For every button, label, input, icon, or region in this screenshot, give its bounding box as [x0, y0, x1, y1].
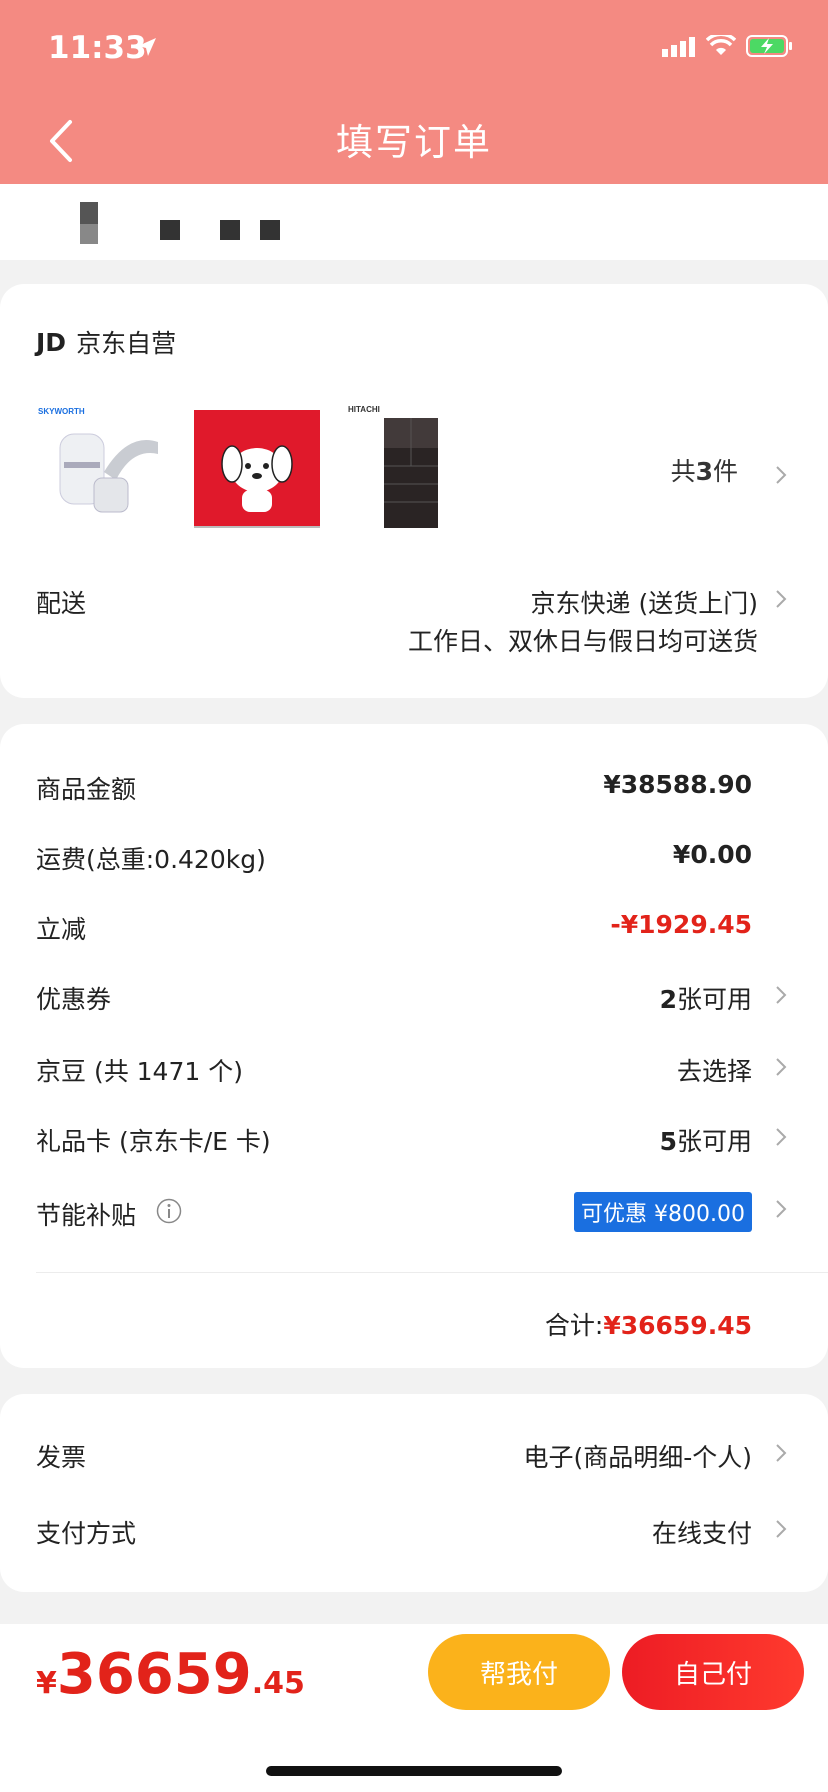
jingdou-label: 京豆 (共 1471 个)	[36, 1057, 243, 1086]
chevron-right-icon[interactable]	[774, 984, 788, 1006]
total-label: 合计:	[544, 1311, 604, 1340]
checkout-bar: ¥36659.45 帮我付 自己付	[0, 1624, 828, 1792]
count-prefix: 共	[670, 457, 696, 486]
redacted-block	[160, 220, 180, 240]
subsidy-badge-row: 可优惠 ¥800.00	[0, 1192, 828, 1232]
status-icons	[662, 32, 794, 62]
discount-label: 立减	[36, 915, 87, 944]
gift-card-text: 张可用	[676, 1127, 752, 1156]
shipping-label: 运费(总重:0.420kg)	[36, 845, 266, 874]
pay-myself-button[interactable]: 自己付	[622, 1634, 804, 1710]
status-bar: 11:33	[0, 30, 828, 70]
chevron-right-icon[interactable]	[774, 464, 788, 486]
payment-method-label: 支付方式	[36, 1519, 137, 1548]
redacted-block	[80, 202, 98, 224]
divider	[36, 1272, 828, 1273]
home-indicator[interactable]	[266, 1766, 562, 1776]
gift-card-value[interactable]: 5张可用	[660, 1122, 752, 1158]
total-row: 合计:¥36659.45	[545, 1306, 752, 1342]
wifi-icon	[705, 32, 737, 61]
shop-card: JD 京东自营 SKYWORTH HITACHI 共3件 配送 京东快递 (送货…	[0, 284, 828, 698]
chevron-right-icon[interactable]	[774, 1198, 788, 1220]
invoice-value[interactable]: 电子(商品明细-个人)	[523, 1438, 752, 1474]
count-suffix: 件	[712, 457, 738, 486]
status-time: 11:33	[48, 30, 147, 66]
chevron-right-icon[interactable]	[774, 1126, 788, 1148]
location-arrow-icon	[136, 36, 158, 58]
app-header: 11:33 填写订单	[0, 0, 828, 200]
gift-card-label: 礼品卡 (京东卡/E 卡)	[36, 1127, 271, 1156]
chevron-right-icon[interactable]	[774, 1442, 788, 1464]
count-number: 3	[695, 457, 713, 486]
product-thumbnail[interactable]: SKYWORTH	[36, 402, 162, 528]
page-title: 填写订单	[336, 121, 492, 164]
total-price: ¥36659.45	[36, 1642, 305, 1707]
price-integer: 36659	[56, 1642, 252, 1707]
chevron-right-icon[interactable]	[774, 1056, 788, 1078]
goods-amount-value: ¥38588.90	[603, 770, 752, 799]
chevron-right-icon[interactable]	[774, 588, 788, 610]
total-value: ¥36659.45	[603, 1311, 752, 1340]
help-me-pay-button[interactable]: 帮我付	[428, 1634, 610, 1710]
coupon-text: 张可用	[676, 985, 752, 1014]
redacted-block	[260, 220, 280, 240]
redacted-block	[220, 220, 240, 240]
product-thumbnail[interactable]	[194, 402, 320, 528]
chevron-right-icon[interactable]	[774, 1518, 788, 1540]
price-currency: ¥	[36, 1666, 57, 1701]
svg-text:SKYWORTH: SKYWORTH	[38, 407, 85, 416]
product-thumbnail[interactable]: HITACHI	[348, 402, 474, 528]
delivery-label: 配送	[36, 589, 87, 618]
price-decimal: .45	[251, 1666, 305, 1701]
coupon-count: 2	[659, 985, 677, 1014]
battery-charging-icon	[746, 34, 794, 62]
shop-header: JD 京东自营	[36, 324, 176, 360]
summary-card: 商品金额 ¥38588.90 运费(总重:0.420kg) ¥0.00 立减 -…	[0, 724, 828, 1368]
payment-method-value[interactable]: 在线支付	[652, 1514, 752, 1550]
jingdou-value[interactable]: 去选择	[677, 1052, 752, 1088]
svg-text:HITACHI: HITACHI	[348, 405, 380, 414]
item-count[interactable]: 共3件	[671, 452, 738, 488]
signal-icon	[662, 35, 696, 61]
shop-name: 京东自营	[76, 329, 177, 358]
jd-logo: JD	[36, 327, 67, 357]
invoice-payment-card: 发票 电子(商品明细-个人) 支付方式 在线支付	[0, 1394, 828, 1592]
goods-amount-label: 商品金额	[36, 775, 137, 804]
invoice-label: 发票	[36, 1443, 87, 1472]
coupon-label: 优惠券	[36, 985, 112, 1014]
discount-value: -¥1929.45	[610, 910, 752, 939]
subsidy-badge[interactable]: 可优惠 ¥800.00	[574, 1192, 752, 1232]
shipping-value: ¥0.00	[672, 840, 752, 869]
redacted-block	[80, 224, 98, 244]
delivery-method[interactable]: 京东快递 (送货上门)	[531, 584, 758, 620]
gift-card-count: 5	[659, 1127, 677, 1156]
delivery-note: 工作日、双休日与假日均可送货	[407, 627, 758, 656]
address-card[interactable]	[0, 184, 828, 260]
coupon-value[interactable]: 2张可用	[660, 980, 752, 1016]
